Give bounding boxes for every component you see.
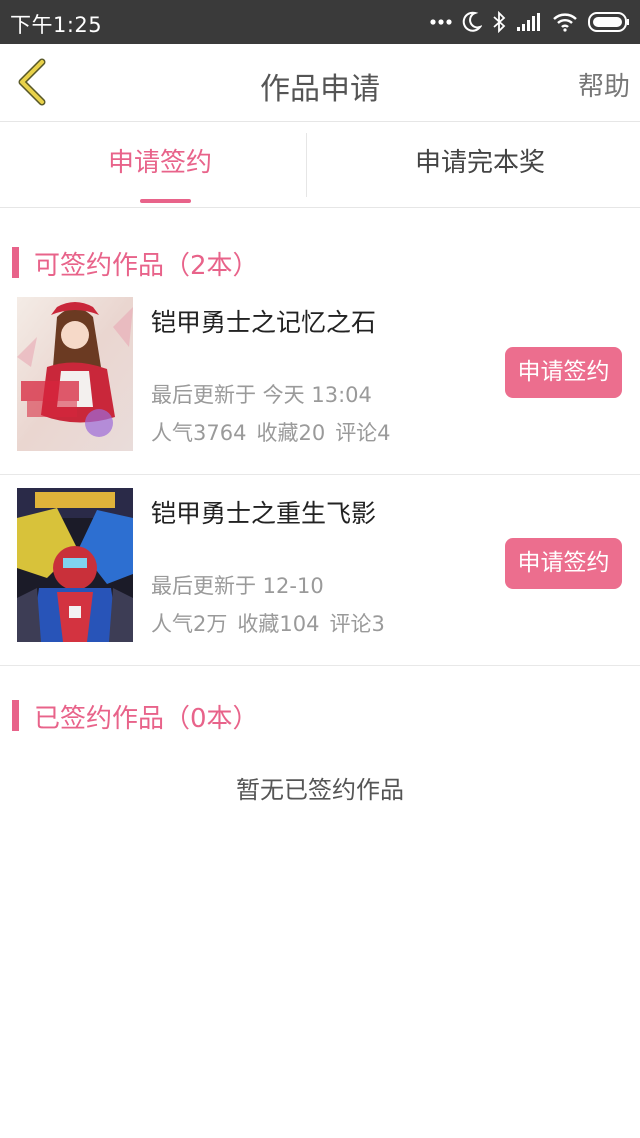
help-button[interactable]: 帮助 — [578, 66, 630, 103]
tab-apply-sign[interactable]: 申请签约 — [0, 123, 320, 207]
battery-icon — [588, 11, 630, 33]
popularity-count: 人气3764 — [151, 421, 247, 445]
book-cover-image — [17, 297, 133, 451]
apply-sign-button[interactable]: 申请签约 — [505, 538, 622, 589]
empty-state-text: 暂无已签约作品 — [236, 776, 404, 804]
apply-sign-button[interactable]: 申请签约 — [505, 347, 622, 398]
section-title: 可签约作品（2本） — [34, 251, 259, 281]
section-marker — [12, 247, 19, 278]
favorites-count: 收藏20 — [256, 421, 326, 445]
section-title: 已签约作品（0本） — [34, 704, 259, 734]
status-time: 下午1:25 — [10, 13, 103, 37]
book-stats: 人气3764 收藏20 评论4 — [151, 417, 391, 447]
page-title: 作品申请 — [260, 72, 380, 107]
wifi-icon — [552, 12, 578, 32]
status-bar: 下午1:25 — [0, 0, 640, 44]
comments-count: 评论3 — [329, 612, 385, 636]
status-icons — [430, 8, 630, 36]
active-tab-indicator — [140, 199, 191, 203]
moon-icon — [462, 11, 482, 33]
book-stats: 人气2万 收藏104 评论3 — [151, 608, 385, 638]
tab-apply-completion-award[interactable]: 申请完本奖 — [320, 123, 640, 207]
book-cover-image — [17, 488, 133, 642]
popularity-count: 人气2万 — [151, 612, 228, 636]
book-last-updated: 最后更新于 今天 13:04 — [151, 383, 372, 407]
book-title[interactable]: 铠甲勇士之记忆之石 — [151, 303, 376, 339]
section-marker — [12, 700, 19, 731]
signable-section-header: 可签约作品（2本） — [0, 243, 640, 283]
book-item[interactable]: 铠甲勇士之记忆之石 最后更新于 今天 13:04 人气3764 收藏20 评论4… — [0, 285, 640, 475]
book-last-updated: 最后更新于 12-10 — [151, 574, 324, 598]
book-item[interactable]: 铠甲勇士之重生飞影 最后更新于 12-10 人气2万 收藏104 评论3 申请签… — [0, 476, 640, 666]
favorites-count: 收藏104 — [237, 612, 320, 636]
signed-section-header: 已签约作品（0本） — [0, 696, 640, 736]
tab-divider — [306, 133, 307, 197]
tab-bar: 申请签约 申请完本奖 — [0, 123, 640, 208]
comments-count: 评论4 — [335, 421, 391, 445]
more-dots-icon — [430, 18, 452, 26]
bluetooth-icon — [492, 11, 506, 33]
nav-bar: 作品申请 帮助 — [0, 44, 640, 122]
signal-icon — [516, 12, 542, 32]
book-title[interactable]: 铠甲勇士之重生飞影 — [151, 494, 376, 530]
